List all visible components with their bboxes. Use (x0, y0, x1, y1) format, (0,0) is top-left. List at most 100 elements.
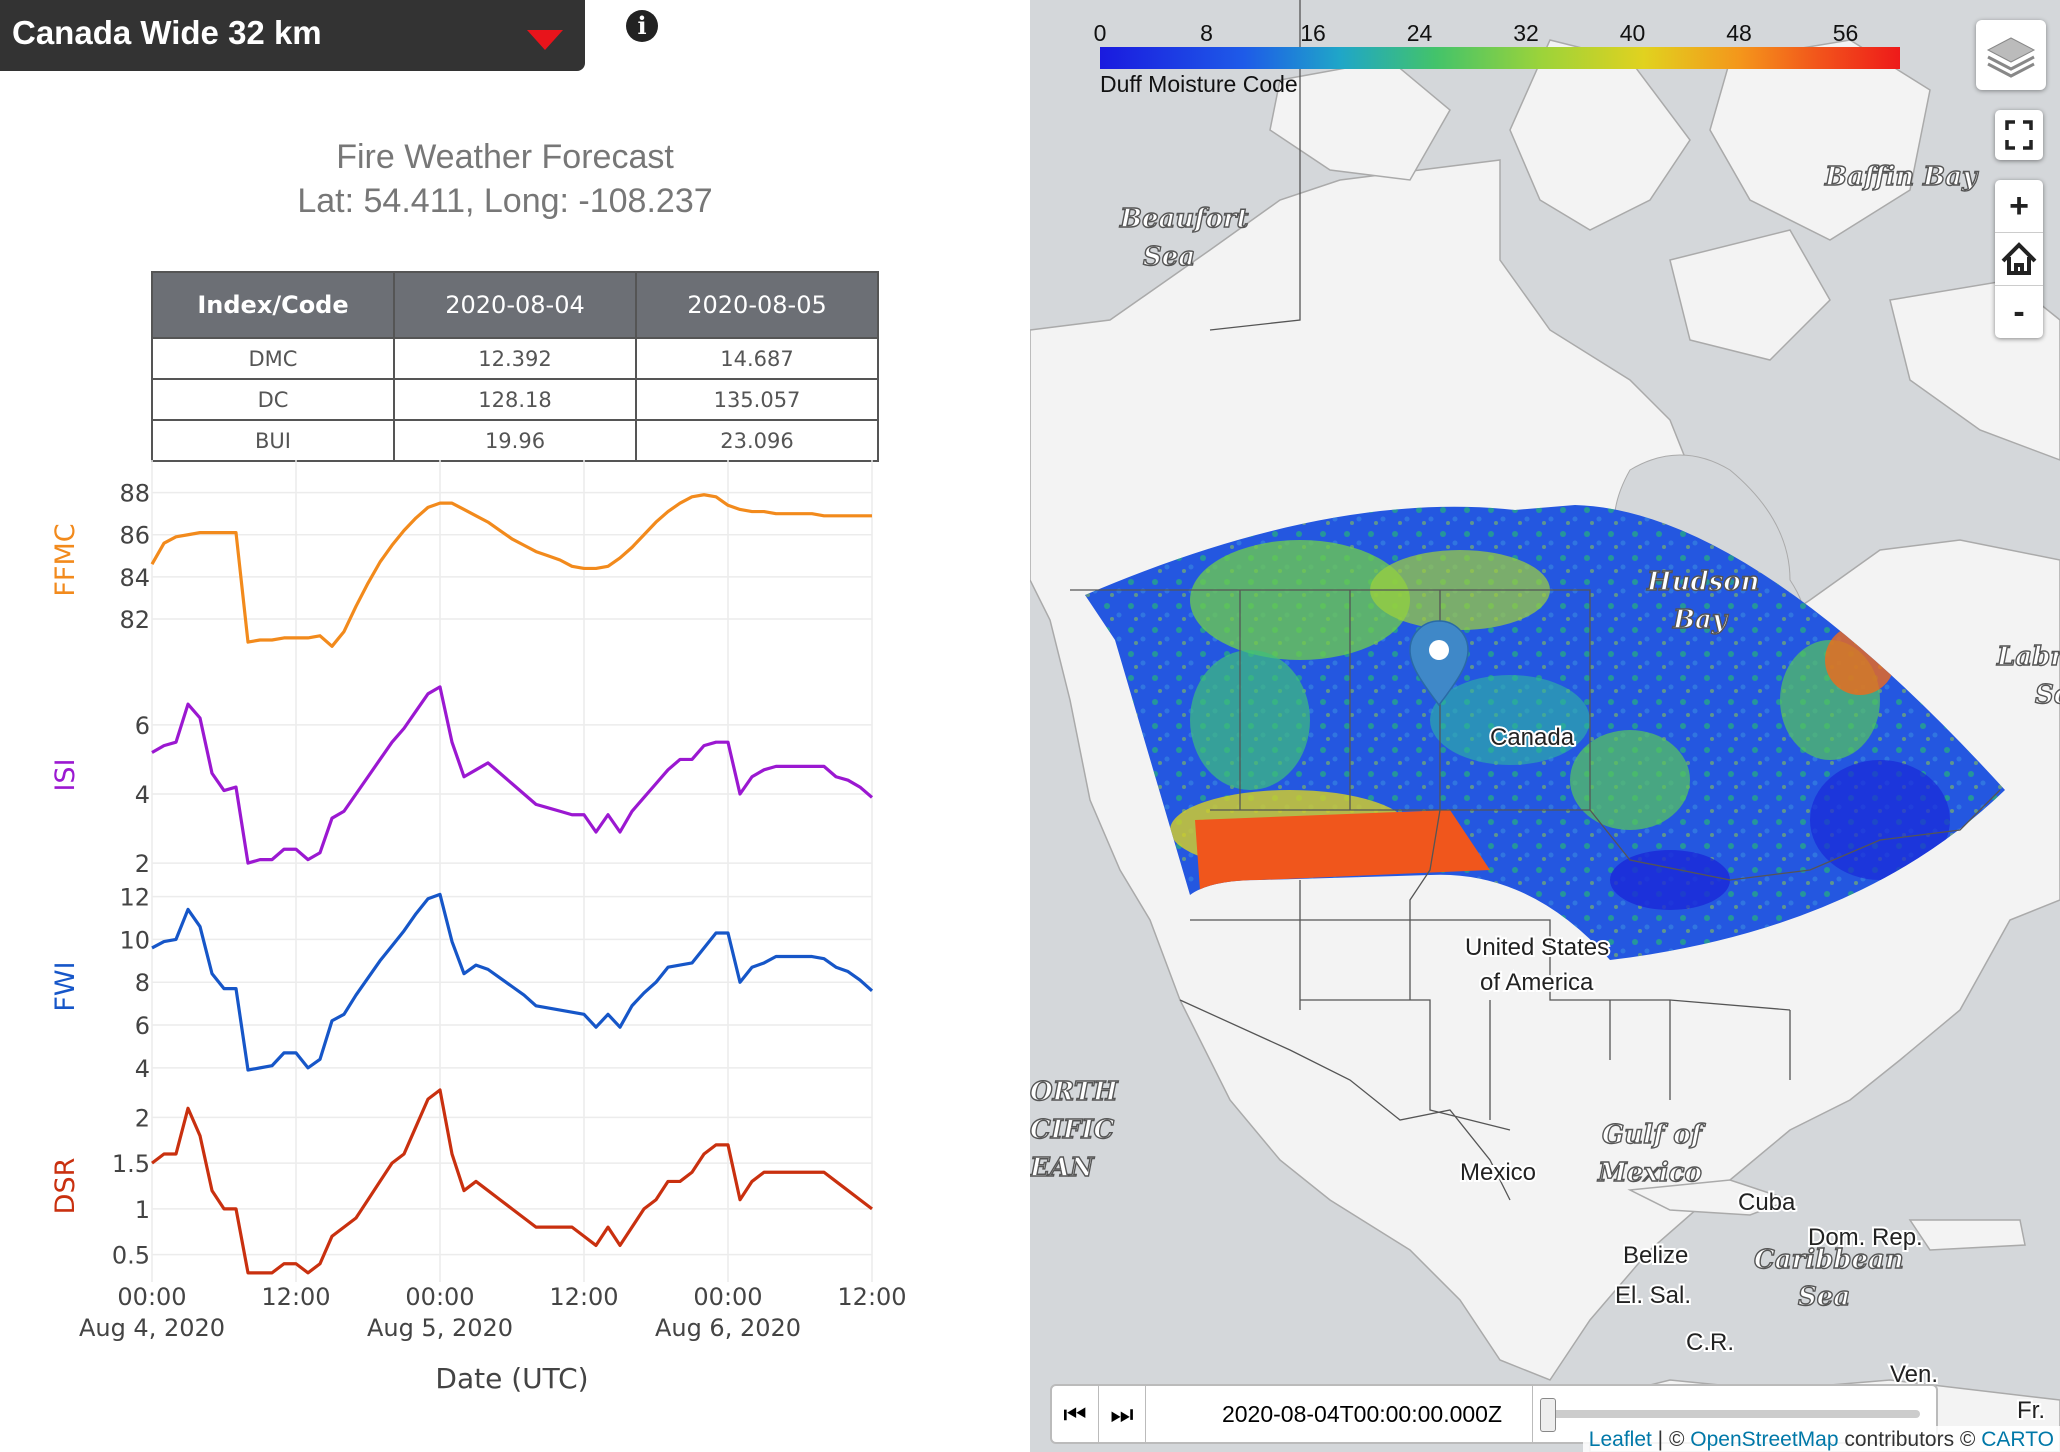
zoom-out-button[interactable]: - (1995, 286, 2043, 338)
y-tick-label: 2 (135, 1104, 150, 1132)
table-row: BUI 19.96 23.096 (151, 419, 879, 462)
legend-tick-label: 48 (1726, 20, 1752, 46)
y-tick-label: 4 (135, 1055, 150, 1083)
svg-text:Sea: Sea (1798, 1282, 1850, 1312)
y-tick-label: 6 (135, 712, 150, 740)
table-header-date-1: 2020-08-04 (393, 271, 637, 339)
legend-tick-label: 0 (1094, 20, 1107, 46)
svg-text:Hudson: Hudson (1646, 567, 1760, 597)
svg-text:of America: of America (1480, 969, 1594, 996)
forecast-panel: Canada Wide 32 km i Fire Weather Forecas… (0, 0, 1030, 1452)
x-tick-label: 12:00 (837, 1283, 906, 1311)
time-slider-handle[interactable] (1540, 1398, 1556, 1432)
series-axis-label: FWI (50, 961, 81, 1011)
leaflet-link[interactable]: Leaflet (1589, 1428, 1652, 1451)
table-cell-value: 19.96 (393, 419, 637, 462)
x-axis-title: Date (UTC) (435, 1362, 588, 1395)
carto-link[interactable]: CARTO (1981, 1428, 2054, 1451)
series-axis-label: ISI (50, 758, 81, 791)
layers-control-button[interactable] (1976, 20, 2046, 90)
legend-tick-label: 56 (1833, 20, 1859, 46)
x-tick-label: 12:00 (261, 1283, 330, 1311)
legend-label: Duff Moisture Code (1100, 71, 1298, 97)
series-axis-label: DSR (50, 1158, 81, 1215)
series-axis-label: FFMC (50, 523, 81, 596)
layers-icon (1986, 37, 2036, 78)
y-tick-label: 82 (119, 606, 150, 634)
legend-tick-label: 24 (1407, 20, 1433, 46)
svg-text:Cuba: Cuba (1738, 1189, 1796, 1216)
series-line (150, 493, 872, 648)
info-icon[interactable]: i (626, 10, 658, 42)
table-header-code: Index/Code (151, 271, 395, 339)
attribution-text: contributors © (1838, 1428, 1982, 1451)
svg-text:Se: Se (2035, 680, 2060, 710)
svg-text:Canada: Canada (1490, 724, 1575, 751)
map-view[interactable]: Beaufort Sea Baffin Bay Hudson Bay Labr … (1030, 0, 2060, 1452)
home-button[interactable] (1995, 233, 2043, 286)
svg-text:Mexico: Mexico (1460, 1159, 1536, 1186)
forecast-coordinates: Lat: 54.411, Long: -108.237 (297, 182, 713, 220)
x-tick-label: 00:00 (693, 1283, 762, 1311)
svg-text:Labr: Labr (1996, 642, 2060, 672)
y-tick-label: 88 (119, 480, 150, 508)
svg-text:ORTH: ORTH (1030, 1077, 1119, 1107)
series-line (151, 685, 874, 865)
table-cell-value: 128.18 (393, 378, 637, 421)
legend-tick-label: 40 (1620, 20, 1646, 46)
y-tick-label: 8 (135, 969, 150, 997)
table-cell-value: 14.687 (635, 337, 879, 380)
region-dropdown-label: Canada Wide 32 km (12, 14, 322, 51)
index-table: Index/Code 2020-08-04 2020-08-05 DMC 12.… (151, 271, 879, 462)
svg-text:Mexico: Mexico (1597, 1158, 1702, 1188)
fire-weather-chart: 88868482FFMC642ISI1210864FWI21.510.5DSR0… (50, 460, 907, 1395)
svg-text:Belize: Belize (1623, 1242, 1688, 1269)
svg-text:Gulf of: Gulf of (1602, 1120, 1706, 1150)
x-tick-date-label: Aug 4, 2020 (79, 1314, 225, 1342)
attribution-text: | © (1651, 1428, 1691, 1451)
y-tick-label: 12 (119, 884, 150, 912)
map-canvas[interactable]: Beaufort Sea Baffin Bay Hudson Bay Labr … (1030, 0, 2060, 1452)
y-tick-label: 1.5 (112, 1150, 150, 1178)
y-tick-label: 86 (119, 522, 150, 550)
map-attribution: Leaflet | © OpenStreetMap contributors ©… (1582, 1426, 2060, 1452)
current-time-display: 2020-08-04T00:00:00.000Z (1192, 1386, 1533, 1442)
table-row: DMC 12.392 14.687 (151, 337, 879, 380)
fullscreen-button[interactable] (1995, 110, 2043, 160)
svg-text:El. Sal.: El. Sal. (1615, 1282, 1691, 1309)
legend-tick-label: 16 (1300, 20, 1326, 46)
svg-text:Baffin Bay: Baffin Bay (1824, 162, 1979, 192)
step-back-button[interactable]: ⏮ (1052, 1386, 1099, 1442)
time-slider[interactable] (1540, 1410, 1920, 1418)
x-tick-label: 00:00 (117, 1283, 186, 1311)
svg-text:EAN: EAN (1030, 1153, 1095, 1183)
y-tick-label: 4 (135, 781, 150, 809)
y-tick-label: 84 (119, 564, 150, 592)
legend-tick-label: 32 (1513, 20, 1539, 46)
table-cell-code: BUI (151, 419, 395, 462)
osm-link[interactable]: OpenStreetMap (1690, 1428, 1838, 1451)
y-tick-label: 10 (119, 926, 150, 954)
table-row: DC 128.18 135.057 (151, 378, 879, 421)
region-dropdown[interactable]: Canada Wide 32 km (0, 0, 585, 71)
svg-text:Beaufort: Beaufort (1119, 204, 1249, 234)
svg-text:Fr.: Fr. (2017, 1397, 2045, 1424)
legend-tick-label: 8 (1200, 20, 1213, 46)
svg-text:United States: United States (1465, 934, 1609, 961)
x-tick-label: 00:00 (405, 1283, 474, 1311)
table-cell-code: DMC (151, 337, 395, 380)
x-tick-date-label: Aug 6, 2020 (655, 1314, 801, 1342)
svg-text:C.R.: C.R. (1686, 1329, 1734, 1356)
zoom-in-button[interactable]: + (1995, 180, 2043, 233)
zoom-control[interactable]: + - (1995, 180, 2043, 338)
dropdown-arrow-icon[interactable] (527, 30, 563, 50)
x-tick-date-label: Aug 5, 2020 (367, 1314, 513, 1342)
home-icon (2001, 242, 2037, 275)
fullscreen-icon (2005, 120, 2033, 150)
step-forward-button[interactable]: ⏭ (1099, 1386, 1146, 1442)
table-cell-value: 135.057 (635, 378, 879, 421)
y-tick-label: 0.5 (112, 1242, 150, 1270)
y-tick-label: 6 (135, 1012, 150, 1040)
y-tick-label: 1 (135, 1196, 150, 1224)
table-cell-code: DC (151, 378, 395, 421)
